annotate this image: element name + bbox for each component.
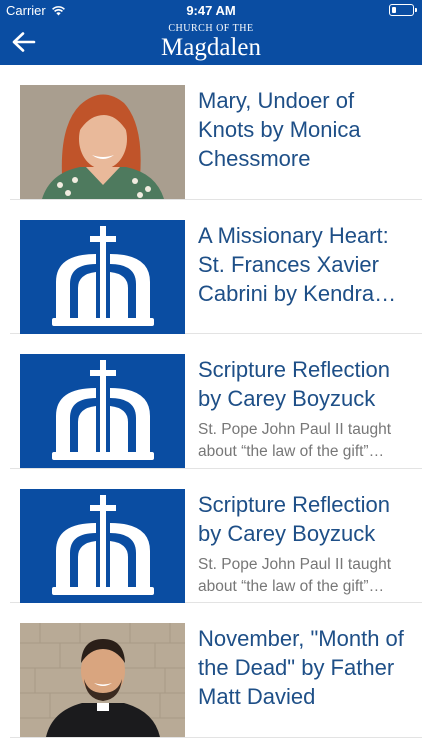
church-logo-icon bbox=[51, 494, 154, 595]
priest-photo-icon bbox=[20, 623, 185, 738]
church-logo-icon bbox=[51, 360, 154, 461]
article-title: Mary, Undoer of Knots by Monica Chessmor… bbox=[198, 88, 361, 171]
status-bar: Carrier 9:47 AM bbox=[0, 0, 422, 20]
church-logo-icon bbox=[51, 225, 154, 326]
article-title: Scripture Reflection by Carey Boyzuck bbox=[198, 357, 390, 412]
article-thumbnail bbox=[20, 219, 185, 334]
article-thumbnail bbox=[20, 488, 185, 603]
article-excerpt: St. Pope John Paul II taught about “the … bbox=[198, 421, 392, 461]
list-item[interactable]: Scripture Reflection by Carey Boyzuck St… bbox=[10, 469, 422, 604]
article-thumbnail bbox=[20, 354, 185, 469]
brand-logo: CHURCH OF THE Magdalen bbox=[0, 23, 422, 60]
article-title: November, "Month of the Dead" by Father … bbox=[198, 626, 404, 710]
article-thumbnail bbox=[20, 623, 185, 738]
list-item[interactable]: A Missionary Heart: St. Frances Xavier C… bbox=[10, 200, 422, 335]
battery-icon bbox=[389, 4, 417, 16]
article-list: Mary, Undoer of Knots by Monica Chessmor… bbox=[0, 65, 422, 738]
article-thumbnail bbox=[20, 85, 185, 199]
list-item[interactable]: Scripture Reflection by Carey Boyzuck St… bbox=[10, 334, 422, 469]
woman-photo-icon bbox=[20, 85, 185, 199]
list-item[interactable]: November, "Month of the Dead" by Father … bbox=[10, 603, 422, 738]
article-title: A Missionary Heart: St. Frances Xavier C… bbox=[198, 222, 397, 306]
article-title: Scripture Reflection by Carey Boyzuck bbox=[198, 491, 390, 546]
article-excerpt: St. Pope John Paul II taught about “the … bbox=[198, 555, 392, 595]
nav-bar: CHURCH OF THE Magdalen bbox=[0, 20, 422, 65]
list-item[interactable]: Mary, Undoer of Knots by Monica Chessmor… bbox=[10, 65, 422, 200]
clock: 9:47 AM bbox=[186, 3, 236, 18]
brand-title: Magdalen bbox=[161, 34, 261, 61]
